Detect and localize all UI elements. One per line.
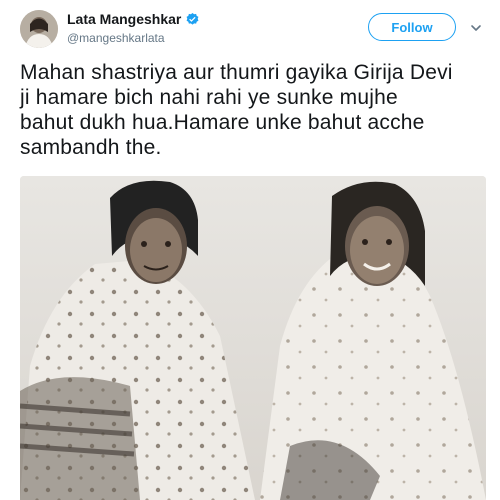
profile-avatar[interactable] xyxy=(20,10,58,48)
tweet-text: Mahan shastriya aur thumri gayika Girija… xyxy=(20,61,453,159)
display-name[interactable]: Lata Mangeshkar xyxy=(67,11,181,27)
follow-button[interactable]: Follow xyxy=(368,13,456,41)
verified-badge-icon xyxy=(185,12,200,27)
attached-photo[interactable] xyxy=(20,176,486,500)
user-handle[interactable]: @mangeshkarlata xyxy=(67,31,165,45)
chevron-down-icon[interactable] xyxy=(470,21,482,33)
user-name-row: Lata Mangeshkar xyxy=(67,11,200,27)
tweet-card: Lata Mangeshkar @mangeshkarlata Follow M… xyxy=(0,0,500,500)
